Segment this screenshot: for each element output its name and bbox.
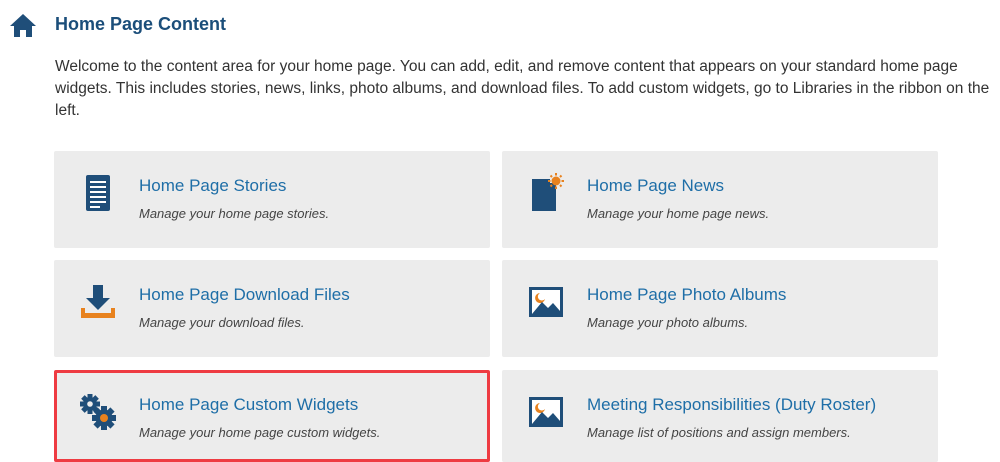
download-icon xyxy=(81,285,115,318)
card-title[interactable]: Meeting Responsibilities (Duty Roster) xyxy=(587,395,876,415)
gears-icon xyxy=(80,394,116,430)
card-title[interactable]: Home Page Custom Widgets xyxy=(139,395,358,415)
card-description: Manage your home page custom widgets. xyxy=(139,425,381,440)
card-home-page-stories[interactable]: Home Page Stories Manage your home page … xyxy=(54,151,490,248)
card-description: Manage list of positions and assign memb… xyxy=(587,425,851,440)
home-icon[interactable] xyxy=(8,12,38,38)
photo-icon xyxy=(529,397,563,427)
card-description: Manage your download files. xyxy=(139,315,305,330)
intro-text: Welcome to the content area for your hom… xyxy=(55,58,990,119)
news-icon xyxy=(532,173,564,211)
photo-icon xyxy=(529,287,563,317)
page-title: Home Page Content xyxy=(55,14,227,34)
card-home-page-custom-widgets[interactable]: Home Page Custom Widgets Manage your hom… xyxy=(54,370,490,462)
card-description: Manage your photo albums. xyxy=(587,315,749,330)
card-home-page-news[interactable]: Home Page News Manage your home page new… xyxy=(502,151,938,248)
card-description: Manage your home page news. xyxy=(587,206,770,221)
card-title[interactable]: Home Page Stories xyxy=(139,176,286,196)
document-icon xyxy=(86,175,110,211)
card-title[interactable]: Home Page Photo Albums xyxy=(587,285,786,305)
card-title[interactable]: Home Page Download Files xyxy=(139,285,350,305)
card-description: Manage your home page stories. xyxy=(139,206,330,221)
card-meeting-responsibilities[interactable]: Meeting Responsibilities (Duty Roster) M… xyxy=(502,370,938,462)
card-home-page-photo-albums[interactable]: Home Page Photo Albums Manage your photo… xyxy=(502,260,938,357)
card-title[interactable]: Home Page News xyxy=(587,176,724,196)
card-home-page-download-files[interactable]: Home Page Download Files Manage your dow… xyxy=(54,260,490,357)
